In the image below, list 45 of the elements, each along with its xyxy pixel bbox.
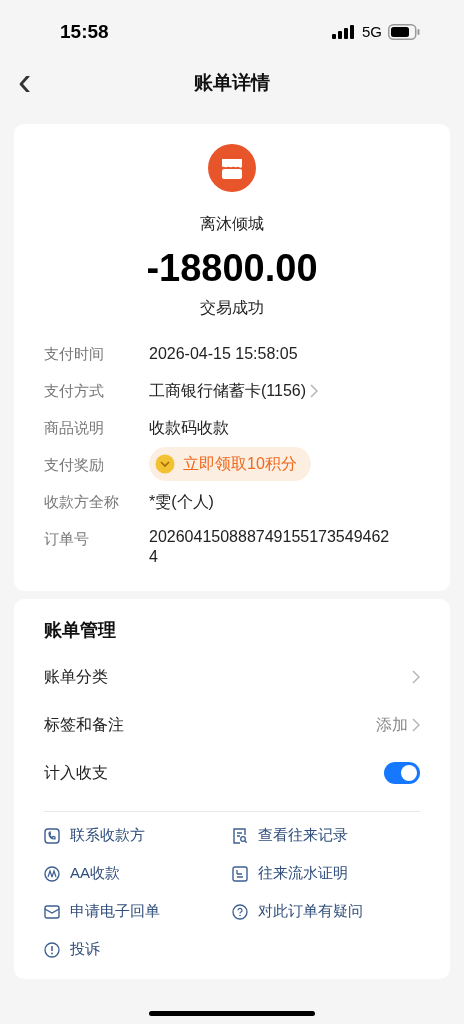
merchant-name: 离沐倾城 (200, 214, 264, 234)
setting-label: 计入收支 (44, 763, 108, 783)
section-title: 账单管理 (44, 619, 117, 642)
payment-method-link[interactable]: 工商银行储蓄卡(1156) (149, 379, 319, 402)
detail-label: 商品说明 (44, 418, 105, 438)
document-search-icon (232, 827, 248, 844)
detail-value: 2026041508887491551735494624 (149, 527, 391, 567)
signal-icon (332, 25, 356, 39)
disclosure-button[interactable]: 添加 (376, 713, 420, 737)
detail-value: *雯(个人) (149, 492, 214, 512)
action-link[interactable]: 联系收款方 (44, 824, 145, 847)
alert-icon (44, 941, 60, 958)
network-label: 5G (362, 21, 382, 42)
coin-icon (155, 454, 175, 474)
chevron-icon (412, 670, 420, 684)
detail-label: 支付方式 (44, 381, 105, 401)
action-link[interactable]: 对此订单有疑问 (232, 900, 363, 923)
action-link[interactable]: AA收款 (44, 862, 120, 885)
action-link[interactable]: 投诉 (44, 938, 100, 961)
page-title: 账单详情 (194, 70, 270, 95)
setting-label: 标签和备注 (44, 715, 124, 735)
setting-label: 账单分类 (44, 667, 108, 687)
back-button[interactable]: ‹ (18, 64, 32, 98)
action-link[interactable]: 申请电子回单 (44, 900, 160, 923)
chevron-icon (412, 718, 420, 732)
battery-icon (388, 24, 420, 40)
status-time: 15:58 (60, 19, 109, 44)
help-icon (232, 903, 248, 920)
toggle-switch[interactable] (384, 762, 420, 784)
aa-icon (44, 865, 60, 882)
phone-icon (44, 827, 60, 844)
amount: -18800.00 (146, 246, 318, 290)
document-icon (232, 865, 248, 882)
chevron-icon (310, 383, 319, 398)
detail-label: 订单号 (44, 529, 90, 549)
detail-value: 收款码收款 (149, 418, 229, 438)
envelope-icon (44, 904, 60, 919)
detail-label: 支付时间 (44, 344, 105, 364)
action-link[interactable]: 查看往来记录 (232, 824, 348, 847)
action-link[interactable]: 往来流水证明 (232, 862, 348, 885)
detail-label: 收款方全称 (44, 492, 120, 512)
transaction-status: 交易成功 (200, 298, 264, 318)
detail-label: 支付奖励 (44, 455, 105, 475)
detail-value: 2026-04-15 15:58:05 (149, 344, 298, 364)
shop-icon (208, 144, 256, 192)
